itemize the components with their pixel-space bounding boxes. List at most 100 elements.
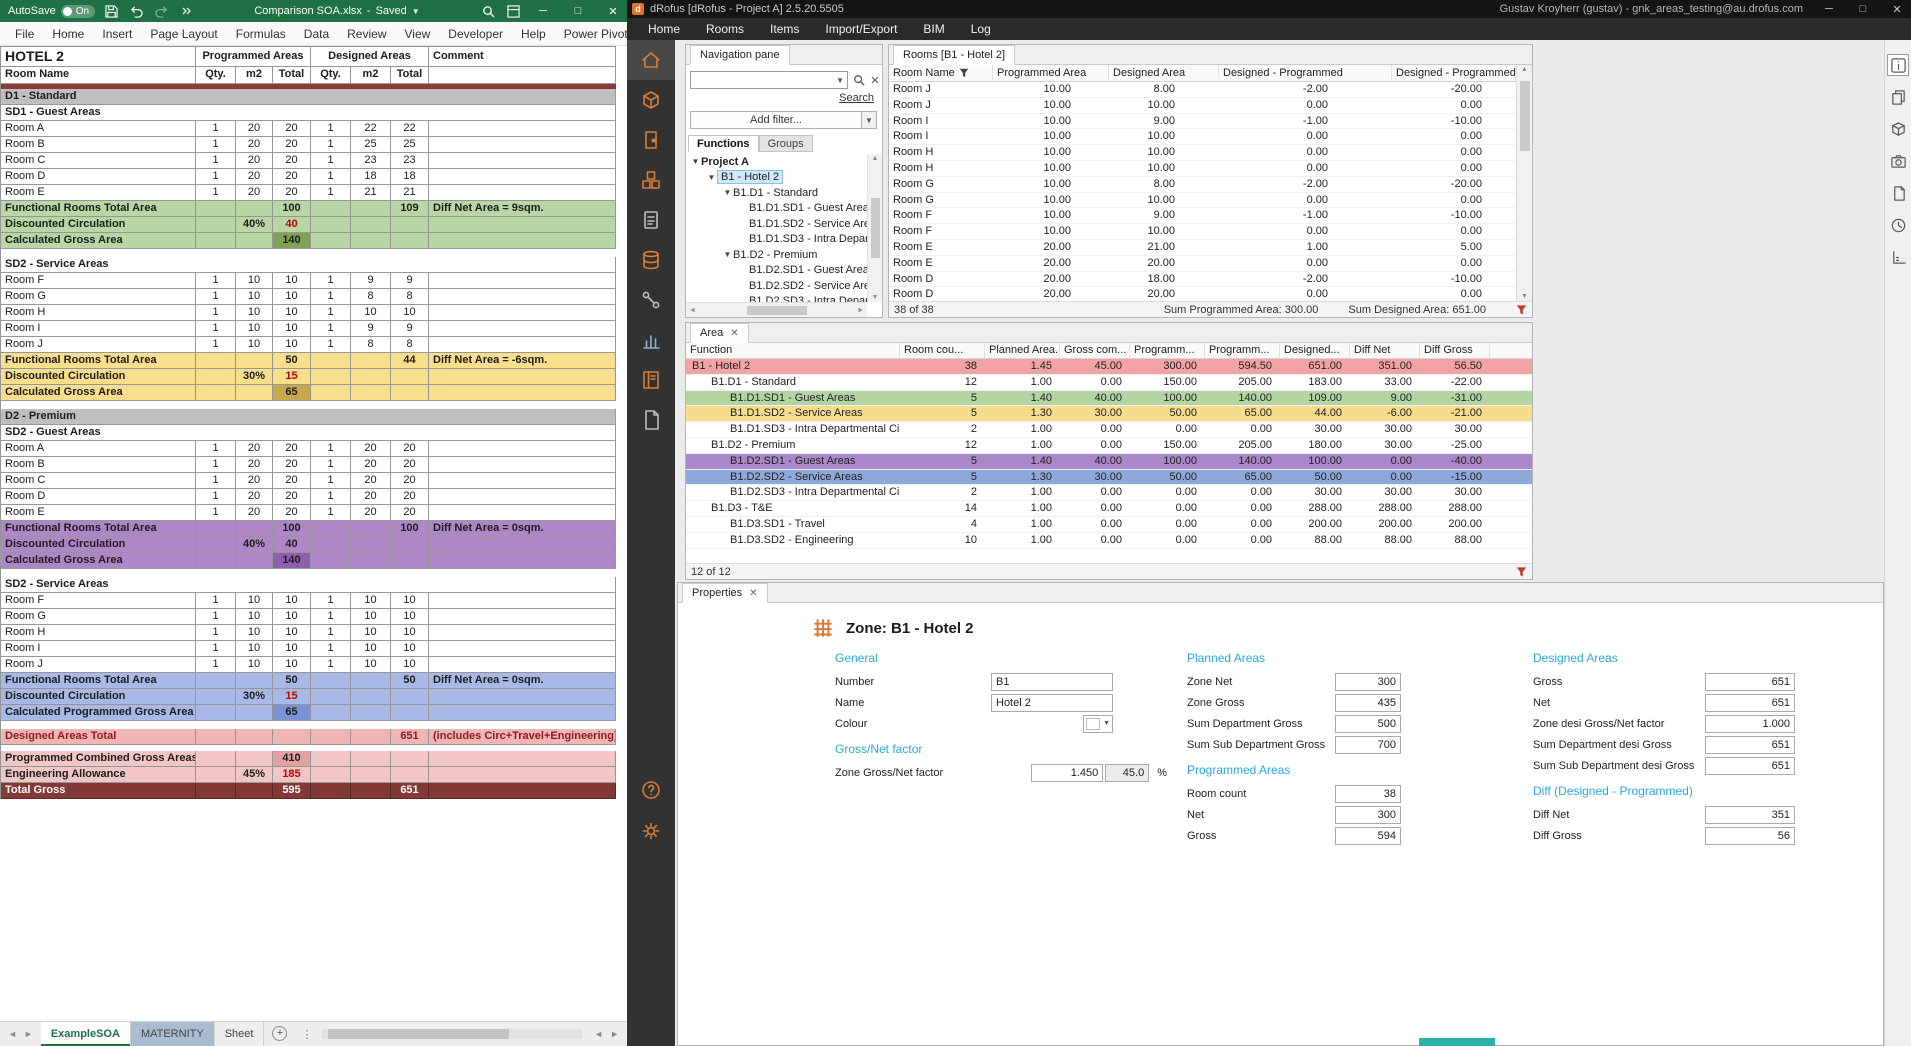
tree-node[interactable]: B1.D1.SD3 - Intra Departm	[686, 232, 867, 248]
excel-cell[interactable]: 10	[236, 641, 273, 657]
tab-area[interactable]: Area✕	[690, 323, 749, 343]
excel-cell[interactable]: 8	[391, 289, 429, 305]
scroll-arrows[interactable]: ◄►	[586, 1022, 627, 1046]
excel-cell[interactable]: 20	[273, 505, 311, 521]
excel-cell[interactable]	[429, 593, 616, 609]
excel-cell[interactable]: Room C	[1, 473, 196, 489]
excel-cell[interactable]: 20	[351, 441, 391, 457]
sheet-options-icon[interactable]: ⋮	[295, 1022, 318, 1046]
excel-cell[interactable]: Room E	[1, 185, 196, 201]
excel-cell[interactable]: 10	[273, 609, 311, 625]
tree-node-label[interactable]: B1.D2.SD1 - Guest Areas	[749, 264, 867, 276]
excel-cell[interactable]: 1	[311, 641, 351, 657]
excel-cell[interactable]	[429, 289, 616, 305]
excel-cell[interactable]: Room J	[1, 337, 196, 353]
excel-cell[interactable]: 9	[391, 321, 429, 337]
property-input[interactable]: 38	[1335, 785, 1401, 803]
excel-cell[interactable]: 10	[273, 657, 311, 673]
excel-cell[interactable]: 10	[391, 305, 429, 321]
excel-cell[interactable]: 50	[273, 353, 311, 369]
excel-cell[interactable]	[391, 217, 429, 233]
minimize-button[interactable]: ─	[1815, 0, 1843, 18]
excel-cell[interactable]: 595	[273, 783, 311, 799]
menu-insert[interactable]: Insert	[93, 27, 141, 41]
tree-node[interactable]: ▼B1.D2 - Premium	[686, 247, 867, 263]
excel-cell[interactable]	[196, 233, 236, 249]
excel-cell[interactable]: 10	[273, 641, 311, 657]
excel-cell[interactable]	[311, 233, 351, 249]
excel-cell[interactable]: Functional Rooms Total Area	[1, 353, 196, 369]
excel-cell[interactable]: 1	[196, 337, 236, 353]
excel-cell[interactable]: 10	[391, 657, 429, 673]
hidden-panel-edge[interactable]	[1419, 1038, 1495, 1046]
table-row[interactable]: Room D20.0020.000.000.00	[889, 287, 1516, 301]
excel-cell[interactable]: Room G	[1, 609, 196, 625]
tree-node[interactable]: B1.D1.SD2 - Service Areas	[686, 216, 867, 232]
excel-cell[interactable]: 20	[236, 137, 273, 153]
excel-cell[interactable]	[429, 783, 616, 799]
excel-cell[interactable]	[196, 521, 236, 537]
excel-cell[interactable]: 20	[351, 489, 391, 505]
excel-cell[interactable]: 10	[236, 305, 273, 321]
table-row[interactable]: Room J10.008.00-2.00-20.00	[889, 82, 1516, 98]
excel-cell[interactable]	[429, 609, 616, 625]
excel-cell[interactable]: 30%	[236, 689, 273, 705]
excel-cell[interactable]: 185	[273, 767, 311, 783]
undo-icon[interactable]	[127, 3, 145, 19]
excel-cell[interactable]: 40%	[236, 217, 273, 233]
excel-cell[interactable]	[236, 751, 273, 767]
excel-cell[interactable]	[391, 689, 429, 705]
excel-cell[interactable]: 1	[311, 609, 351, 625]
menu-bim[interactable]: BIM	[910, 22, 957, 36]
excel-cell[interactable]: 15	[273, 689, 311, 705]
filter-active-icon[interactable]	[1516, 566, 1527, 578]
excel-cell[interactable]	[236, 353, 273, 369]
clear-search-icon[interactable]: ✕	[868, 73, 882, 87]
excel-cell[interactable]	[391, 553, 429, 569]
tree-node[interactable]: ▼B1 - Hotel 2	[686, 170, 867, 186]
table-row[interactable]: B1.D2 - Premium121.000.00150.00205.00180…	[686, 438, 1532, 454]
close-tab-icon[interactable]: ✕	[730, 328, 738, 339]
excel-cell[interactable]: 10	[351, 305, 391, 321]
minimize-button[interactable]: ─	[529, 0, 557, 22]
excel-cell[interactable]: 20	[391, 473, 429, 489]
excel-cell[interactable]	[311, 729, 351, 745]
excel-cell[interactable]: 10	[273, 305, 311, 321]
excel-cell[interactable]	[273, 729, 311, 745]
excel-cell[interactable]	[429, 153, 616, 169]
excel-cell[interactable]	[351, 705, 391, 721]
excel-cell[interactable]	[351, 521, 391, 537]
excel-cell[interactable]: 1	[196, 593, 236, 609]
excel-cell[interactable]: 1	[196, 609, 236, 625]
excel-cell[interactable]	[311, 705, 351, 721]
nav-vertical-scrollbar[interactable]: ▲▼	[867, 154, 882, 302]
excel-cell[interactable]: 1	[311, 273, 351, 289]
excel-cell[interactable]	[236, 233, 273, 249]
excel-cell[interactable]: 1	[311, 505, 351, 521]
excel-cell[interactable]: 9	[351, 321, 391, 337]
excel-cell[interactable]	[311, 521, 351, 537]
excel-cell[interactable]: 1	[196, 457, 236, 473]
property-input[interactable]: 651	[1705, 757, 1795, 775]
excel-cell[interactable]: Room A	[1, 121, 196, 137]
rooms-icon[interactable]	[627, 120, 675, 160]
area-column-header[interactable]: Designed...	[1280, 343, 1350, 358]
excel-cell[interactable]: Diff Net Area = -6sqm.	[429, 353, 616, 369]
rooms-vertical-scrollbar[interactable]: ▲▼	[1516, 65, 1532, 301]
excel-cell[interactable]: 10	[351, 609, 391, 625]
excel-cell[interactable]	[196, 729, 236, 745]
property-input[interactable]: 500	[1335, 715, 1401, 733]
excel-cell[interactable]: 1	[311, 473, 351, 489]
rooms-column-header[interactable]: Programmed Area	[993, 65, 1109, 81]
table-row[interactable]: B1.D1.SD1 - Guest Areas51.4040.00100.001…	[686, 391, 1532, 407]
area-column-header[interactable]: Planned Area...	[985, 343, 1060, 358]
excel-cell[interactable]: 20	[236, 185, 273, 201]
excel-cell[interactable]: 23	[351, 153, 391, 169]
excel-cell[interactable]: 651	[391, 729, 429, 745]
excel-cell[interactable]: 1	[196, 505, 236, 521]
tree-node-label[interactable]: B1.D2 - Premium	[733, 249, 817, 261]
excel-cell[interactable]: 10	[273, 289, 311, 305]
area-column-header[interactable]: Gross com...	[1060, 343, 1130, 358]
excel-cell[interactable]	[429, 217, 616, 233]
excel-cell[interactable]: 10	[236, 625, 273, 641]
